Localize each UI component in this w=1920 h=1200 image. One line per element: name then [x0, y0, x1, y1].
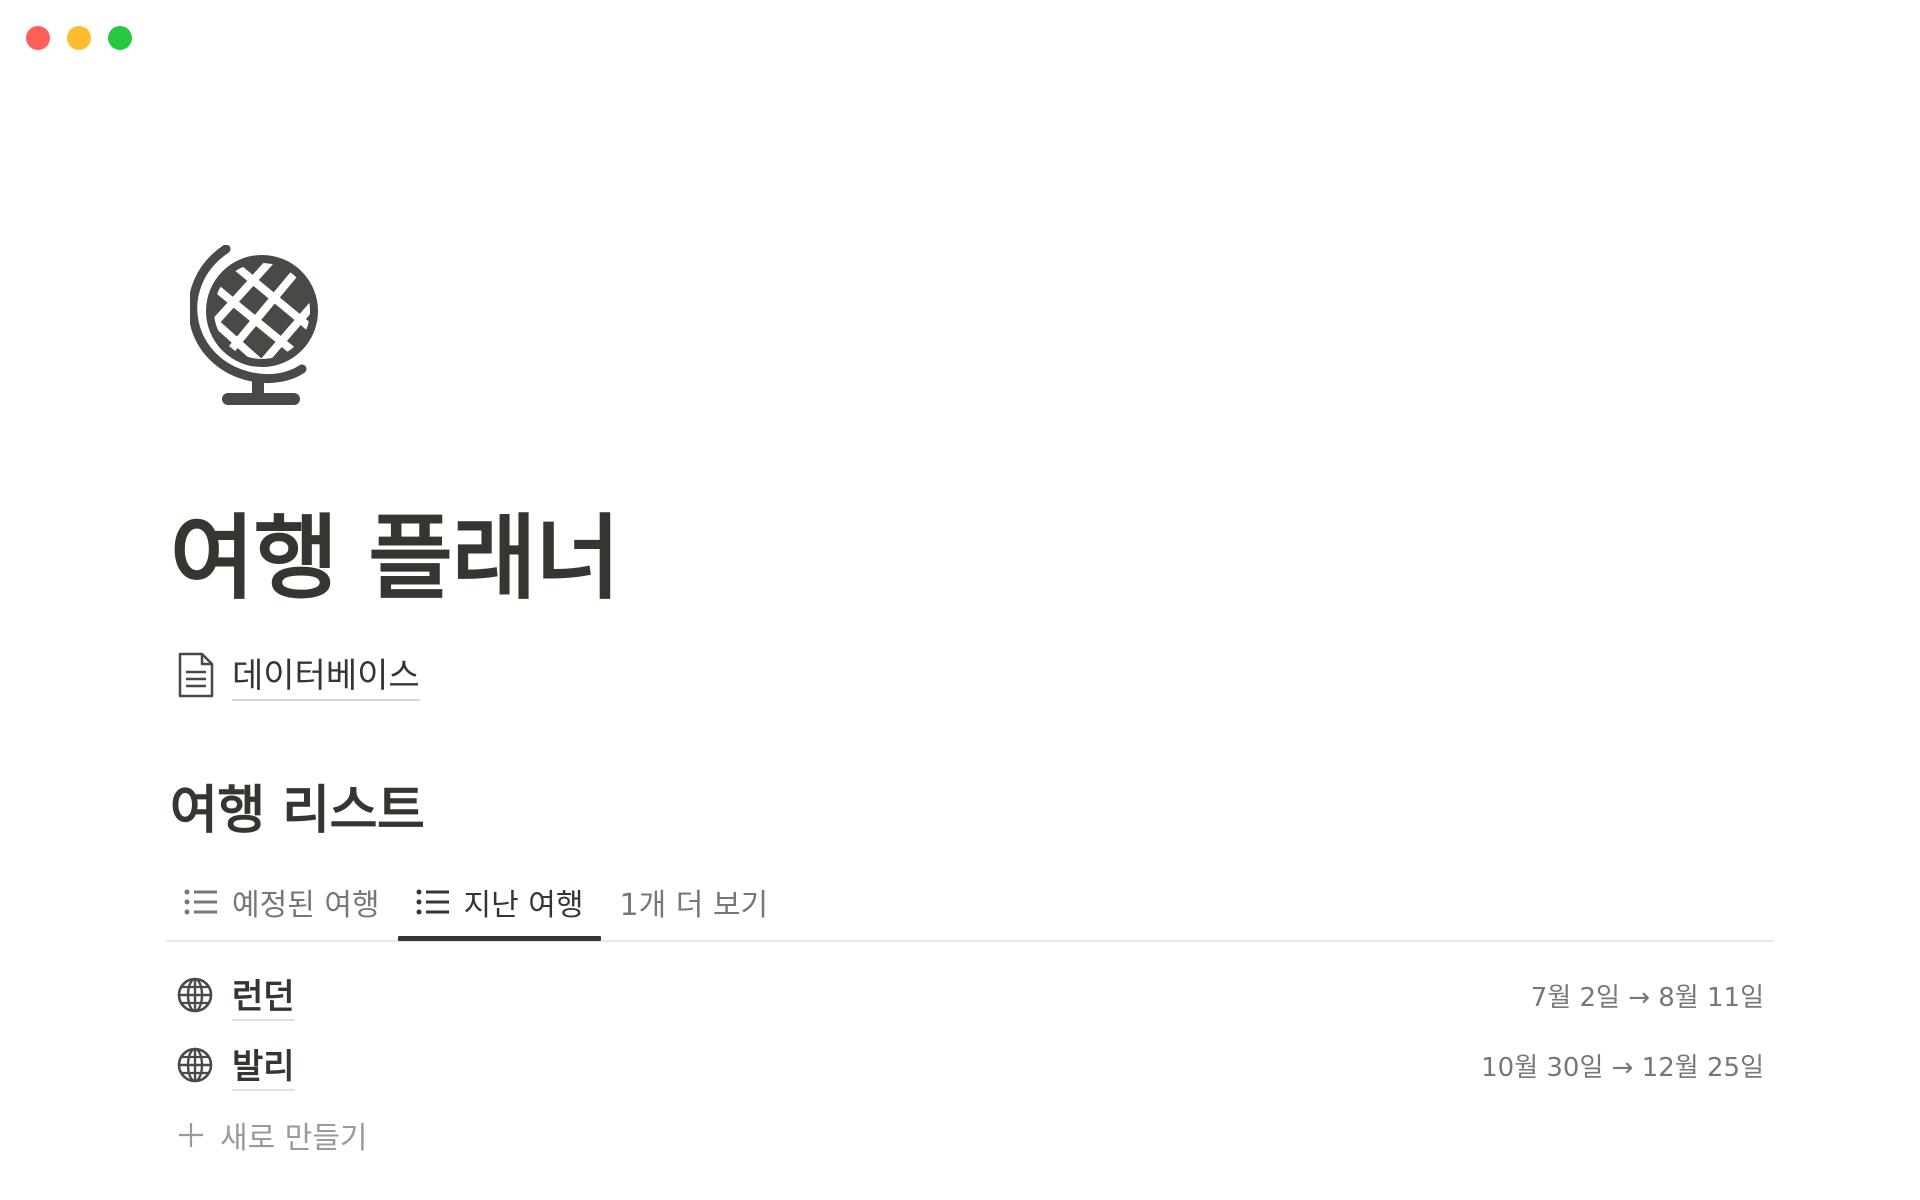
section-heading: 여행 리스트: [170, 781, 425, 841]
document-icon: [178, 652, 214, 697]
view-tabs: 예정된 여행 지난 여행 1개 더 보기: [166, 866, 1774, 942]
tab-label: 지난 여행: [463, 888, 584, 923]
tab-past-trips[interactable]: 지난 여행: [397, 866, 602, 941]
globe-icon: [177, 977, 213, 1013]
minimize-window-button[interactable]: [67, 26, 91, 50]
zoom-window-button[interactable]: [108, 26, 132, 50]
database-link[interactable]: 데이터베이스: [176, 648, 420, 701]
page-title[interactable]: 여행 플래너: [170, 508, 620, 609]
tab-label: 1개 더 보기: [619, 888, 769, 923]
list-icon: [184, 889, 217, 915]
window-controls: [26, 26, 132, 50]
trip-name: 발리: [232, 1039, 295, 1091]
list-item[interactable]: 발리 10월 30일 → 12월 25일: [166, 1030, 1774, 1100]
new-item-label: 새로 만들기: [220, 1121, 368, 1156]
list-item[interactable]: 런던 7월 2일 → 8월 11일: [166, 960, 1774, 1030]
tab-upcoming-trips[interactable]: 예정된 여행: [166, 866, 398, 938]
app-window: 여행 플래너 데이터베이스 여행 리스트 예정된 여행 지난 여행 1개 더 보…: [0, 0, 1920, 1200]
tab-more-views[interactable]: 1개 더 보기: [601, 866, 786, 938]
globe-icon[interactable]: [190, 245, 330, 410]
plus-icon: [179, 1123, 203, 1147]
list-icon: [416, 889, 449, 915]
trip-dates: 10월 30일 → 12월 25일: [1481, 1052, 1764, 1083]
new-item-button[interactable]: 새로 만들기: [166, 1100, 1774, 1170]
trip-list: 런던 7월 2일 → 8월 11일 발리 10월 30일 → 12월 25일 새…: [166, 960, 1774, 1170]
trip-name: 런던: [232, 969, 295, 1021]
close-window-button[interactable]: [26, 26, 50, 50]
trip-dates: 7월 2일 → 8월 11일: [1530, 982, 1764, 1013]
tab-label: 예정된 여행: [232, 888, 380, 923]
database-link-label: 데이터베이스: [232, 648, 420, 701]
globe-icon: [177, 1047, 213, 1083]
